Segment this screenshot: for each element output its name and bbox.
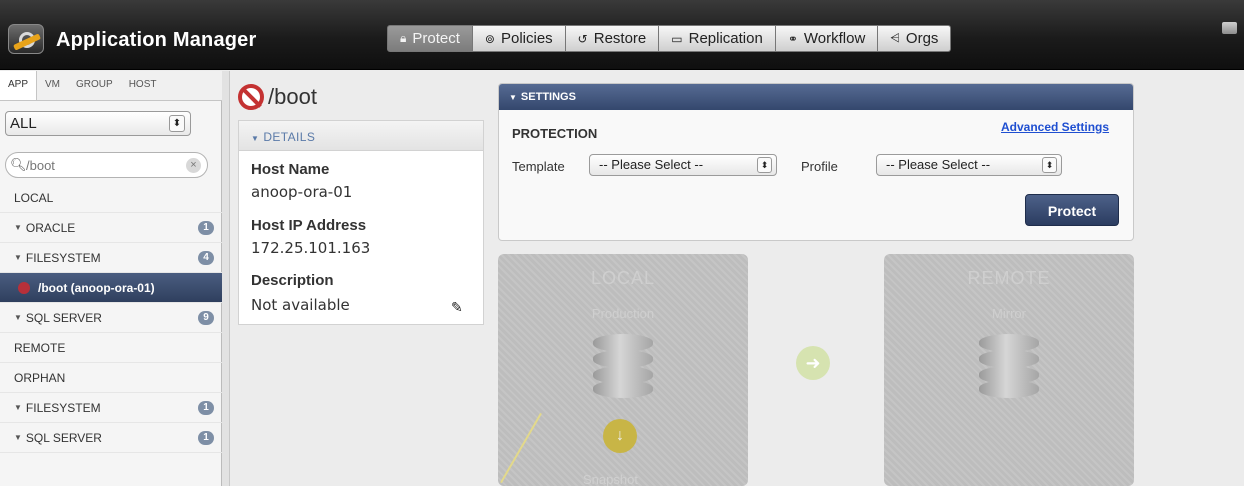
orgs-icon: ⩤ bbox=[890, 31, 900, 45]
tree-item-sql-server[interactable]: ▼ SQL SERVER 9 bbox=[0, 303, 222, 333]
template-select[interactable]: -- Please Select -- ⬍ bbox=[589, 154, 777, 176]
protect-button[interactable]: Protect bbox=[1025, 194, 1119, 226]
search-icon: 🔍︎ bbox=[10, 157, 27, 172]
tree-group-remote[interactable]: REMOTE bbox=[0, 333, 222, 363]
protection-label: PROTECTION bbox=[512, 126, 598, 141]
search-input[interactable]: 🔍︎ /boot × bbox=[5, 152, 208, 178]
profile-select-value: -- Please Select -- bbox=[886, 157, 991, 172]
description-label: Description bbox=[251, 272, 334, 289]
filter-select-value: ALL bbox=[10, 115, 37, 132]
filter-select[interactable]: ALL ⬍ bbox=[5, 111, 191, 136]
replication-icon: ▭ bbox=[671, 31, 683, 46]
select-stepper-icon: ⬍ bbox=[1042, 157, 1057, 173]
edit-pencil-icon[interactable]: ✎ bbox=[451, 299, 463, 316]
sidebar: APP VM GROUP HOST ALL ⬍ 🔍︎ /boot × LOCAL… bbox=[0, 71, 222, 486]
restore-icon: ↺ bbox=[577, 31, 588, 46]
sidebar-tab-app[interactable]: APP bbox=[0, 71, 38, 100]
select-stepper-icon: ⬍ bbox=[757, 157, 772, 173]
snapshot-icon: ↓ bbox=[603, 419, 637, 453]
tree-item-oracle[interactable]: ▼ ORACLE 1 bbox=[0, 213, 222, 243]
profile-select[interactable]: -- Please Select -- ⬍ bbox=[876, 154, 1062, 176]
snapshot-label: Snapshot bbox=[583, 472, 638, 486]
clear-search-icon[interactable]: × bbox=[186, 158, 201, 173]
tree-item-filesystem[interactable]: ▼ FILESYSTEM 4 bbox=[0, 243, 222, 273]
count-badge: 9 bbox=[198, 311, 214, 325]
tree-item-orphan-sql-server[interactable]: ▼ SQL SERVER 1 bbox=[0, 423, 222, 453]
count-badge: 4 bbox=[198, 251, 214, 265]
expand-triangle-icon[interactable]: ▼ bbox=[14, 433, 22, 442]
advanced-settings-link[interactable]: Advanced Settings bbox=[1001, 120, 1109, 134]
tree-group-local[interactable]: LOCAL bbox=[0, 183, 222, 213]
host-name-label: Host Name bbox=[251, 161, 330, 178]
remote-card-subtitle: Mirror bbox=[992, 306, 1026, 321]
tree-item-orphan-filesystem[interactable]: ▼ FILESYSTEM 1 bbox=[0, 393, 222, 423]
remote-card-title: REMOTE bbox=[967, 268, 1051, 288]
description-value: Not available bbox=[251, 296, 350, 314]
collapse-triangle-icon: ▼ bbox=[251, 134, 260, 143]
remote-card: REMOTE Mirror bbox=[884, 254, 1134, 486]
page-title: /boot bbox=[238, 84, 317, 110]
count-badge: 1 bbox=[198, 431, 214, 445]
database-icon bbox=[979, 334, 1039, 398]
host-ip-label: Host IP Address bbox=[251, 217, 367, 234]
app-title: Application Manager bbox=[56, 29, 257, 51]
sidebar-tab-group[interactable]: GROUP bbox=[68, 71, 121, 100]
search-input-value: /boot bbox=[26, 158, 55, 173]
lock-icon: 🔒︎ bbox=[400, 31, 407, 45]
details-header[interactable]: ▼ DETAILS bbox=[239, 121, 483, 151]
expand-triangle-icon[interactable]: ▼ bbox=[14, 253, 22, 262]
tree-group-orphan[interactable]: ORPHAN bbox=[0, 363, 222, 393]
tab-workflow[interactable]: ⚭ Workflow bbox=[775, 25, 879, 52]
host-ip-value: 172.25.101.163 bbox=[251, 239, 371, 257]
app-tree: LOCAL ▼ ORACLE 1 ▼ FILESYSTEM 4 /boot (a… bbox=[0, 183, 222, 453]
expand-triangle-icon[interactable]: ▼ bbox=[14, 223, 22, 232]
settings-header[interactable]: ▼ SETTINGS bbox=[499, 84, 1133, 110]
tab-protect[interactable]: 🔒︎ Protect bbox=[387, 25, 473, 52]
replicate-arrow-icon: ➜ bbox=[796, 346, 830, 380]
tab-replication[interactable]: ▭ Replication bbox=[659, 25, 776, 52]
sidebar-splitter[interactable] bbox=[222, 71, 230, 486]
unprotected-icon bbox=[238, 84, 264, 110]
app-status-icon bbox=[18, 281, 30, 294]
count-badge: 1 bbox=[198, 221, 214, 235]
workflow-icon: ⚭ bbox=[787, 31, 798, 46]
settings-panel: ▼ SETTINGS PROTECTION Advanced Settings T… bbox=[498, 83, 1134, 241]
sidebar-tab-host[interactable]: HOST bbox=[121, 71, 165, 100]
profile-label: Profile bbox=[801, 159, 838, 174]
tree-item-boot[interactable]: /boot (anoop-ora-01) bbox=[0, 273, 222, 303]
tab-orgs[interactable]: ⩤ Orgs bbox=[878, 25, 952, 52]
window-menu-icon[interactable] bbox=[1222, 22, 1237, 34]
tab-restore[interactable]: ↺ Restore bbox=[565, 25, 660, 52]
details-panel: ▼ DETAILS Host Name anoop-ora-01 Host IP … bbox=[238, 120, 484, 325]
expand-triangle-icon[interactable]: ▼ bbox=[14, 313, 22, 322]
main-nav: 🔒︎ Protect ⊚ Policies ↺ Restore ▭ Replicatio… bbox=[387, 25, 952, 52]
local-card-title: LOCAL bbox=[590, 268, 656, 288]
database-icon bbox=[593, 334, 653, 398]
local-card-subtitle: Production bbox=[591, 306, 655, 321]
host-name-value: anoop-ora-01 bbox=[251, 183, 353, 201]
collapse-triangle-icon: ▼ bbox=[509, 93, 517, 102]
tab-policies[interactable]: ⊚ Policies bbox=[472, 25, 566, 52]
template-label: Template bbox=[512, 159, 565, 174]
sidebar-tab-vm[interactable]: VM bbox=[37, 71, 68, 100]
sidebar-tabs: APP VM GROUP HOST bbox=[0, 71, 222, 101]
expand-triangle-icon[interactable]: ▼ bbox=[14, 403, 22, 412]
top-bar: Application Manager 🔒︎ Protect ⊚ Policies … bbox=[0, 0, 1244, 70]
policies-icon: ⊚ bbox=[484, 31, 495, 46]
count-badge: 1 bbox=[198, 401, 214, 415]
template-select-value: -- Please Select -- bbox=[599, 157, 704, 172]
select-stepper-icon: ⬍ bbox=[169, 115, 185, 132]
app-logo-icon bbox=[8, 24, 44, 54]
